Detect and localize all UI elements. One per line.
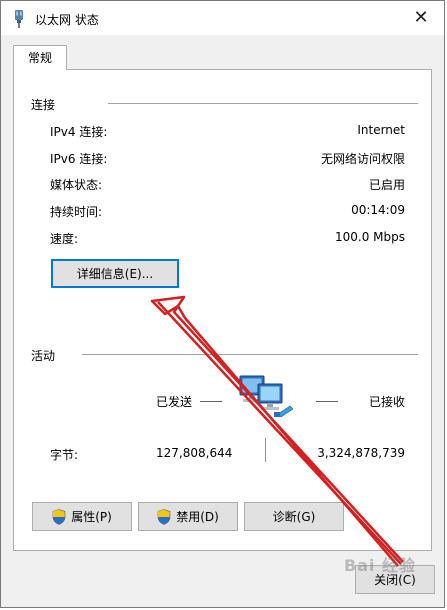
speed-value: 100.0 Mbps — [334, 230, 405, 244]
sent-label: 已发送 — [156, 395, 193, 409]
tab-general[interactable]: 常规 — [13, 45, 67, 70]
details-button[interactable]: 详细信息(E)... — [51, 259, 179, 288]
bytes-divider — [265, 438, 266, 462]
speed-label: 速度: — [50, 232, 79, 246]
media-state-value: 已启用 — [368, 178, 405, 192]
uac-shield-icon — [52, 508, 66, 525]
diagnose-button[interactable]: 诊断(G) — [244, 502, 344, 531]
ipv4-label: IPv4 连接: — [50, 125, 108, 139]
bytes-sent-value: 127,808,644 — [156, 446, 233, 460]
connection-separator — [108, 103, 418, 104]
sent-line — [200, 401, 222, 402]
disable-button-label: 禁用(D) — [176, 510, 219, 524]
properties-button[interactable]: 属性(P) — [32, 502, 132, 531]
ipv6-value: 无网络访问权限 — [320, 152, 405, 166]
disable-button[interactable]: 禁用(D) — [138, 502, 238, 531]
received-label: 已接收 — [368, 395, 405, 409]
activity-separator — [82, 354, 418, 355]
title-bar: 以太网 状态 ✕ — [1, 1, 444, 35]
connection-group-label: 连接 — [31, 98, 56, 112]
properties-button-label: 属性(P) — [71, 510, 112, 524]
ethernet-plug-icon — [15, 10, 23, 28]
received-line — [316, 401, 338, 402]
window-title: 以太网 状态 — [35, 13, 99, 27]
network-computers-icon — [239, 375, 294, 418]
media-state-label: 媒体状态: — [50, 178, 103, 192]
uac-shield-icon — [157, 508, 171, 525]
ipv6-label: IPv6 连接: — [50, 152, 108, 166]
baidu-watermark: Bai 经验 — [344, 556, 417, 575]
bytes-received-value: 3,324,878,739 — [317, 446, 405, 460]
activity-group-label: 活动 — [31, 349, 56, 363]
duration-value: 00:14:09 — [351, 203, 405, 217]
general-tab-panel: 连接 IPv4 连接: Internet IPv6 连接: 无网络访问权限 媒体… — [13, 69, 432, 551]
close-window-button[interactable]: ✕ — [406, 5, 436, 31]
bytes-label: 字节: — [50, 448, 79, 462]
ethernet-status-window: 以太网 状态 ✕ 常规 连接 IPv4 连接: Internet IPv6 连接… — [0, 0, 445, 608]
duration-label: 持续时间: — [50, 205, 103, 219]
ipv4-value: Internet — [357, 123, 405, 137]
